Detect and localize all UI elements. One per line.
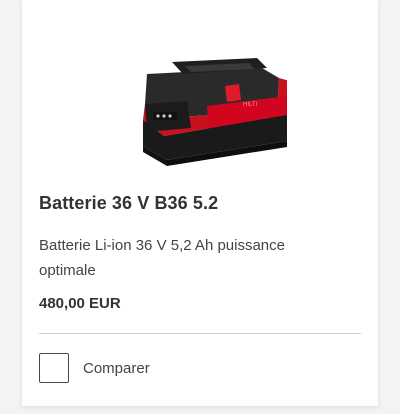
product-price: 480,00 EUR [39, 295, 121, 312]
product-title[interactable]: Batterie 36 V B36 5.2 [39, 193, 218, 214]
divider [39, 333, 361, 334]
product-card[interactable]: HILTI Batterie 36 V B36 5.2 Batterie Li-… [22, 0, 378, 406]
compare-checkbox[interactable] [39, 353, 69, 383]
product-description: Batterie Li-ion 36 V 5,2 Ah puissance op… [39, 237, 285, 279]
compare-label[interactable]: Comparer [83, 360, 150, 377]
svg-text:HILTI: HILTI [243, 102, 258, 108]
compare-toggle[interactable]: Comparer [39, 353, 150, 383]
battery-pack-image[interactable]: HILTI [117, 56, 293, 176]
